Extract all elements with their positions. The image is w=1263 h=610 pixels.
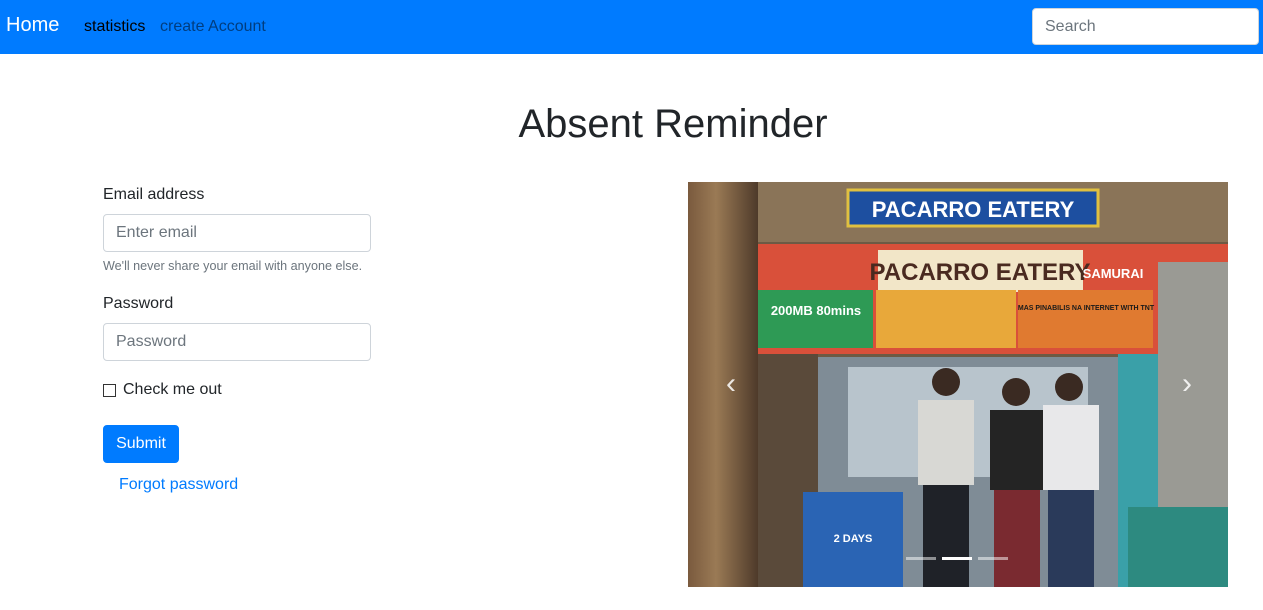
- person-3: [1043, 373, 1099, 587]
- nav-link-create-account[interactable]: create Account: [160, 18, 266, 36]
- password-label: Password: [103, 295, 174, 312]
- password-field[interactable]: [103, 323, 371, 361]
- carousel-indicator[interactable]: [906, 557, 936, 560]
- check-me-out-row: Check me out: [103, 381, 222, 399]
- carousel-indicators: [906, 557, 1008, 560]
- brand-home-link[interactable]: Home: [6, 14, 59, 37]
- search-input[interactable]: [1032, 8, 1259, 45]
- carousel-next-chevron-icon[interactable]: ›: [1172, 364, 1202, 404]
- image-carousel: PACARRO EATERY PACARRO EATERY SAMURAI 20…: [688, 182, 1228, 587]
- check-me-out-checkbox[interactable]: [103, 383, 116, 397]
- sign-banner-text: PACARRO EATERY: [870, 259, 1091, 286]
- sign-net-text: MAS PINABILIS NA INTERNET WITH TNT: [1018, 305, 1155, 312]
- navbar: Home statistics create Account: [0, 0, 1263, 54]
- eatery-photo: PACARRO EATERY PACARRO EATERY SAMURAI 20…: [758, 182, 1228, 587]
- email-label: Email address: [103, 186, 205, 203]
- sign-days-text: 2 DAYS: [834, 533, 873, 545]
- carousel-prev-chevron-icon[interactable]: ‹: [716, 364, 746, 404]
- submit-button[interactable]: Submit: [103, 425, 179, 463]
- forgot-password-link[interactable]: Forgot password: [119, 476, 238, 494]
- sign-samurai-text: SAMURAI: [1083, 266, 1144, 281]
- email-field[interactable]: [103, 214, 371, 252]
- sign-top-text: PACARRO EATERY: [872, 197, 1075, 222]
- carousel-indicator-active[interactable]: [942, 557, 972, 560]
- page-title: Absent Reminder: [518, 102, 828, 146]
- sign-promo-text: 200MB 80mins: [771, 303, 861, 318]
- email-help-text: We'll never share your email with anyone…: [103, 259, 363, 273]
- check-me-out-label: Check me out: [123, 381, 222, 398]
- carousel-indicator[interactable]: [978, 557, 1008, 560]
- person-1: [918, 368, 974, 587]
- nav-link-statistics[interactable]: statistics: [84, 18, 145, 36]
